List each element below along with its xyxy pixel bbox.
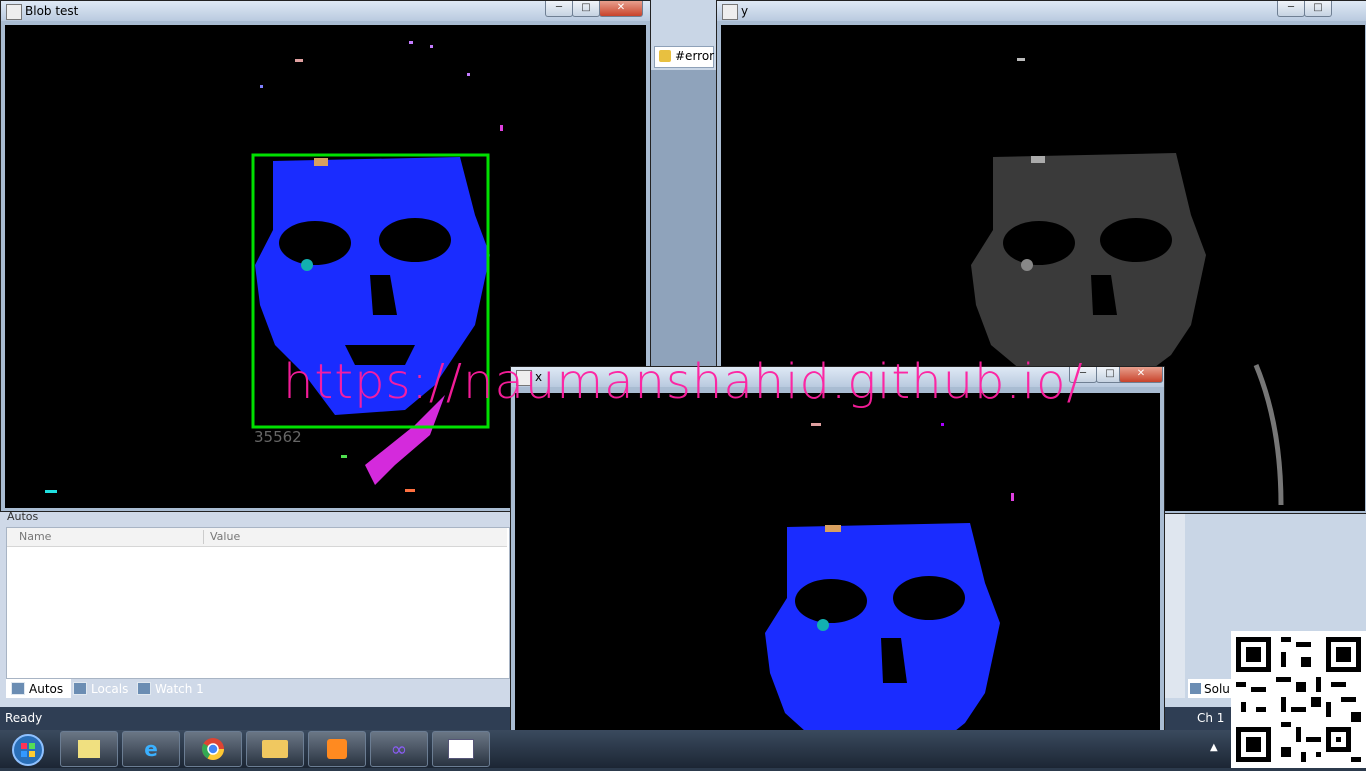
y-window-title: y bbox=[741, 4, 749, 18]
x-left-eye bbox=[795, 579, 867, 623]
tab-watch-1[interactable]: Watch 1 bbox=[132, 679, 209, 698]
ide-error-tab[interactable]: #error bbox=[654, 46, 714, 68]
tab-locals[interactable]: Locals bbox=[68, 679, 133, 698]
window-app-icon[interactable] bbox=[432, 731, 490, 767]
x-image bbox=[765, 423, 1014, 731]
channel-indicator: Ch 1 bbox=[1197, 711, 1225, 725]
chrome-icon[interactable] bbox=[184, 731, 242, 767]
watermark-url: https://naumanshahid.github.io/ bbox=[283, 354, 1084, 410]
column-name[interactable]: Name bbox=[19, 530, 51, 543]
gray-eye-blob bbox=[1021, 259, 1033, 271]
right-eye-hole bbox=[379, 218, 451, 262]
y-minimize-button[interactable]: ─ bbox=[1277, 1, 1305, 17]
column-value[interactable]: Value bbox=[210, 530, 240, 543]
x-right-eye bbox=[893, 576, 965, 620]
blob-minimize-button[interactable]: ─ bbox=[545, 1, 573, 17]
blob-maximize-button[interactable]: □ bbox=[572, 1, 600, 17]
debug-tabs: Autos Locals Watch 1 bbox=[6, 679, 508, 699]
error-label: #error bbox=[675, 49, 715, 63]
taskbar-buttons: e ∞ ▲ bbox=[0, 730, 1366, 768]
watch-tab-icon bbox=[137, 682, 151, 695]
autos-grid[interactable] bbox=[6, 527, 510, 679]
locals-tab-icon bbox=[73, 682, 87, 695]
internet-explorer-icon[interactable]: e bbox=[122, 731, 180, 767]
warning-icon bbox=[659, 50, 671, 62]
media-player-icon[interactable] bbox=[308, 731, 366, 767]
visual-studio-icon[interactable]: ∞ bbox=[370, 731, 428, 767]
blob-window-title: Blob test bbox=[25, 4, 79, 18]
file-explorer-icon[interactable] bbox=[246, 731, 304, 767]
gray-shoulder bbox=[1253, 364, 1284, 506]
ide-right-panel bbox=[1162, 513, 1185, 698]
x-hair-blob bbox=[825, 525, 841, 532]
x-window: x ─ □ ✕ bbox=[510, 366, 1165, 734]
blob-label: 35562 bbox=[254, 428, 302, 446]
gray-left-eye bbox=[1003, 221, 1075, 265]
tab-watch-label: Watch 1 bbox=[155, 681, 204, 696]
solution-explorer-tab[interactable]: Solu bbox=[1188, 679, 1232, 698]
tab-autos-label: Autos bbox=[29, 681, 64, 696]
sticky-notes-icon[interactable] bbox=[60, 731, 118, 767]
autos-tab-icon bbox=[11, 682, 25, 695]
x-close-button[interactable]: ✕ bbox=[1119, 367, 1163, 383]
solution-icon bbox=[1190, 683, 1201, 694]
left-eye-hole bbox=[279, 221, 351, 265]
gray-face bbox=[971, 153, 1206, 370]
x-canvas bbox=[515, 393, 1160, 731]
hair-blob bbox=[314, 158, 328, 166]
tray-arrow-icon[interactable]: ▲ bbox=[1210, 742, 1218, 753]
autos-grid-header: Name Value bbox=[7, 528, 507, 547]
blob-close-button[interactable]: ✕ bbox=[599, 1, 643, 17]
blob-app-icon bbox=[6, 4, 22, 20]
status-text: Ready bbox=[5, 711, 43, 725]
tab-locals-label: Locals bbox=[91, 681, 129, 696]
blob-titlebar[interactable]: Blob test ─ □ ✕ bbox=[1, 1, 650, 21]
y-app-icon bbox=[722, 4, 738, 20]
eye-blob bbox=[301, 259, 313, 271]
x-face-blob bbox=[765, 523, 1000, 731]
gray-right-eye bbox=[1100, 218, 1172, 262]
qr-code bbox=[1231, 631, 1366, 768]
qr-code-image bbox=[1231, 632, 1366, 767]
tab-autos[interactable]: Autos bbox=[6, 679, 71, 698]
column-divider bbox=[203, 530, 204, 544]
y-titlebar[interactable]: y ─ □ bbox=[717, 1, 1366, 21]
x-eye-blob bbox=[817, 619, 829, 631]
solution-tab-label: Solu bbox=[1204, 681, 1230, 696]
y-maximize-button[interactable]: □ bbox=[1304, 1, 1332, 17]
